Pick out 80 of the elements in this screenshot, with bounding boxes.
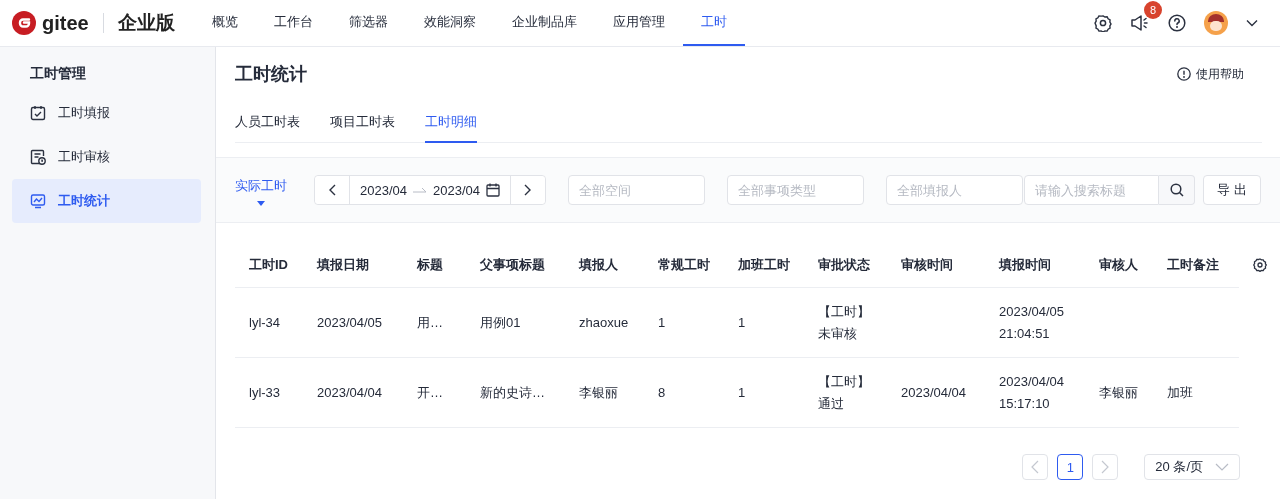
edition-label: 企业版 <box>117 11 175 35</box>
column-header: 工时ID <box>235 243 303 288</box>
page-button[interactable]: 1 <box>1057 454 1084 480</box>
chevron-down-icon <box>1215 463 1229 471</box>
sidebar-item[interactable]: 工时审核 <box>12 135 201 179</box>
table-cell: 【工时】通过 <box>818 373 870 411</box>
column-header: 常规工时 <box>644 243 724 288</box>
search-field[interactable]: 请输入搜索标题 <box>1024 175 1159 205</box>
speaker-icon[interactable] <box>1130 14 1150 32</box>
nav-item[interactable]: 效能洞察 <box>406 0 494 46</box>
nav-item[interactable]: 工作台 <box>256 0 331 46</box>
caret-down-icon <box>256 201 266 207</box>
table-cell: 2023/04/05 <box>317 314 383 330</box>
type-select[interactable]: 全部事项类型 <box>727 175 864 205</box>
chevron-left-icon <box>1031 460 1040 474</box>
nav-item[interactable]: 概览 <box>194 0 256 46</box>
table-cell: 加班 <box>1167 384 1193 400</box>
document-clock-icon <box>30 149 46 165</box>
nav-item[interactable]: 工时 <box>683 0 745 46</box>
table-cell: 新的史诗… <box>480 384 545 400</box>
logo-icon[interactable] <box>12 11 36 35</box>
table-cell: 李银丽 <box>1099 384 1138 400</box>
sidebar-item[interactable]: 工时统计 <box>12 179 201 223</box>
chevron-left-icon <box>328 184 336 196</box>
table-cell: lyl-33 <box>249 384 281 400</box>
export-button[interactable]: 导 出 <box>1203 175 1261 205</box>
tab[interactable]: 人员工时表 <box>235 103 300 143</box>
page-title: 工时统计 <box>235 63 307 86</box>
table-cell: 用例01 <box>480 314 521 330</box>
chevron-right-icon <box>1101 460 1110 474</box>
info-icon <box>1177 67 1191 81</box>
table-cell: 李银丽 <box>579 384 618 400</box>
column-header: 加班工时 <box>724 243 804 288</box>
sidebar-item[interactable]: 工时填报 <box>12 91 201 135</box>
tab[interactable]: 工时明细 <box>425 103 477 143</box>
column-header: 父事项标题 <box>466 243 565 288</box>
calendar-icon <box>486 183 500 197</box>
chevron-down-icon[interactable] <box>1246 19 1258 27</box>
avatar-icon[interactable] <box>1204 11 1228 35</box>
column-header: 填报日期 <box>303 243 403 288</box>
table-cell: 用… <box>417 314 443 330</box>
table-cell: 【工时】未审核 <box>818 303 870 341</box>
page-size-dropdown[interactable]: 20 条/页 <box>1144 454 1240 480</box>
column-header: 填报人 <box>565 243 644 288</box>
brand-name[interactable]: gitee <box>42 11 89 35</box>
search-button[interactable] <box>1159 175 1195 205</box>
space-select[interactable]: 全部空间 <box>568 175 705 205</box>
column-header: 审批状态 <box>804 243 887 288</box>
tab[interactable]: 项目工时表 <box>330 103 395 143</box>
column-header: 审核时间 <box>887 243 985 288</box>
settings-icon[interactable] <box>1094 14 1112 32</box>
notification-badge: 8 <box>1144 1 1162 19</box>
sidebar-title: 工时管理 <box>29 64 87 83</box>
column-header: 标题 <box>403 243 466 288</box>
nav-item[interactable]: 应用管理 <box>595 0 683 46</box>
monitor-chart-icon <box>30 193 46 209</box>
nav-item[interactable]: 企业制品库 <box>494 0 595 46</box>
table-cell: 1 <box>658 314 666 330</box>
mode-dropdown[interactable]: 实际工时 <box>235 177 287 207</box>
table-cell: 2023/04/04 15:17:10 <box>999 373 1065 411</box>
help-link[interactable]: 使用帮助 <box>1177 65 1244 83</box>
table-cell: 1 <box>738 384 746 400</box>
table-cell: 2023/04/04 <box>317 384 383 400</box>
help-icon[interactable] <box>1168 14 1186 32</box>
table-cell: 2023/04/05 21:04:51 <box>999 303 1065 341</box>
search-icon <box>1169 183 1184 197</box>
column-header: 填报时间 <box>985 243 1085 288</box>
table-cell: zhaoxue <box>579 314 629 330</box>
calendar-check-icon <box>30 105 46 121</box>
table-cell: 8 <box>658 384 666 400</box>
settings-icon[interactable] <box>1253 258 1267 273</box>
table-cell: lyl-34 <box>249 314 281 330</box>
chevron-right-icon <box>524 184 532 196</box>
nav-item[interactable]: 筛选器 <box>331 0 406 46</box>
table-cell: 开… <box>417 384 443 400</box>
table-cell: 1 <box>738 314 746 330</box>
column-header: 工时备注 <box>1153 243 1239 288</box>
table-cell: 2023/04/04 <box>901 384 967 400</box>
reporter-select[interactable]: 全部填报人 <box>886 175 1023 205</box>
column-header: 审核人 <box>1085 243 1153 288</box>
